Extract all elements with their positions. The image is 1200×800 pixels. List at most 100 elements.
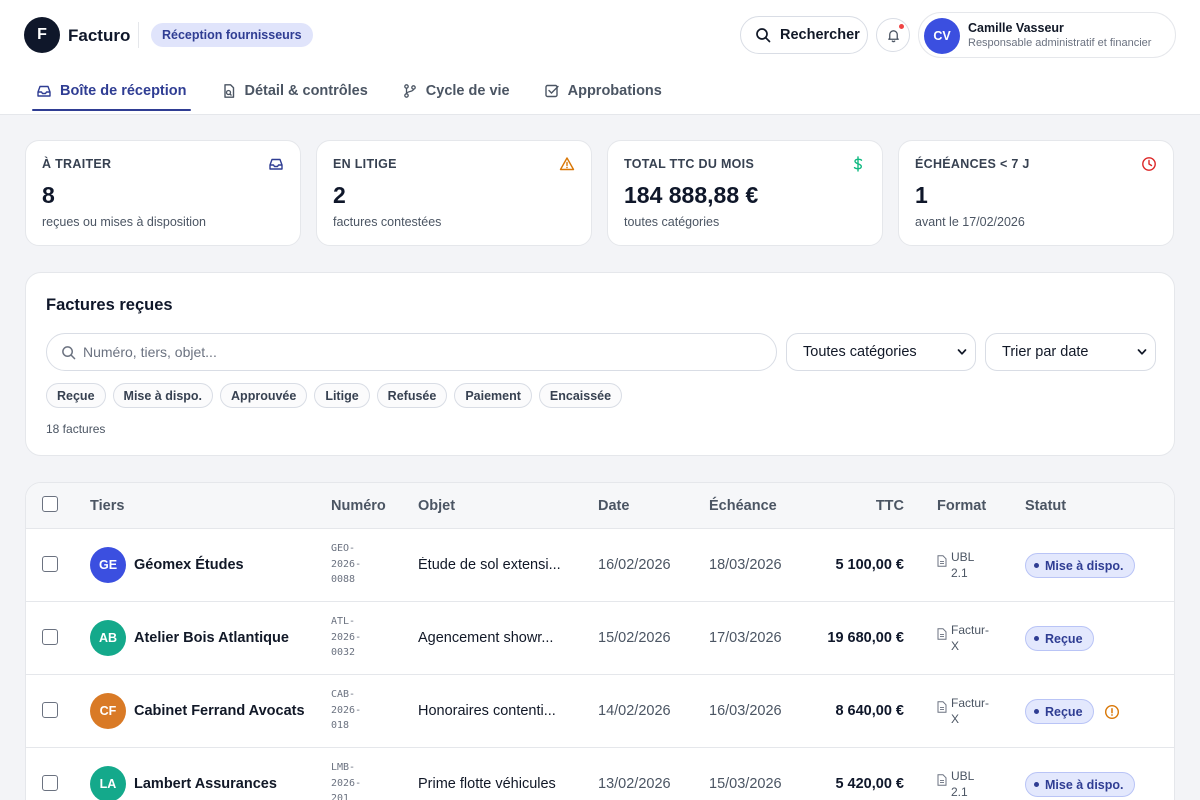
kpi-card-total-ttc[interactable]: TOTAL TTC DU MOIS 184 888,88 € toutes ca… (607, 140, 883, 246)
invoice-date: 14/02/2026 (598, 703, 671, 719)
inbox-icon (269, 158, 283, 170)
row-checkbox[interactable] (42, 629, 58, 645)
file-icon (937, 774, 947, 786)
status-badge: Mise à dispo. (1025, 772, 1135, 797)
kpi-value: 1 (915, 182, 928, 208)
warning-icon (559, 157, 575, 171)
app-logo[interactable]: F (24, 17, 60, 53)
search-field[interactable] (46, 333, 777, 371)
column-header-echeance[interactable]: Échéance (709, 498, 777, 514)
user-menu[interactable]: CV Camille Vasseur Responsable administr… (918, 12, 1176, 58)
due-date: 18/03/2026 (709, 557, 782, 573)
top-bar: F Facturo Réception fournisseurs Recherc… (0, 0, 1200, 115)
tab-label: Approbations (567, 83, 662, 99)
row-checkbox[interactable] (42, 556, 58, 572)
chip-approuvee[interactable]: Approuvée (220, 383, 308, 408)
tiers-name: Atelier Bois Atlantique (134, 630, 289, 646)
user-name: Camille Vasseur (968, 21, 1064, 35)
chip-litige[interactable]: Litige (314, 383, 370, 408)
kpi-value: 2 (333, 182, 346, 208)
chip-paiement[interactable]: Paiement (454, 383, 532, 408)
invoice-number: LMB- 2026- 201 (331, 762, 362, 800)
main-tabs: Boîte de réception Détail & contrôles Cy… (32, 72, 666, 112)
tab-approbations[interactable]: Approbations (540, 72, 666, 110)
notifications-button[interactable] (876, 18, 910, 52)
invoice-subject: Étude de sol extensi... (418, 557, 561, 573)
chevron-down-icon (1137, 349, 1147, 355)
category-select[interactable]: Toutes catégories (786, 333, 976, 371)
search-icon (62, 346, 76, 360)
tab-detail-controles[interactable]: Détail & contrôles (217, 72, 372, 110)
amount-ttc: 5 420,00 € (835, 776, 904, 792)
column-header-format[interactable]: Format (937, 498, 986, 514)
amount-ttc: 5 100,00 € (835, 557, 904, 573)
notification-dot (898, 23, 905, 30)
filters-panel: Factures reçues Toutes catégories Trier … (25, 272, 1175, 456)
result-count: 18 factures (46, 422, 106, 436)
column-header-objet[interactable]: Objet (418, 498, 455, 514)
column-header-statut[interactable]: Statut (1025, 498, 1066, 514)
due-date: 16/03/2026 (709, 703, 782, 719)
table-row[interactable]: LA Lambert Assurances LMB- 2026- 201 Prime… (26, 748, 1174, 800)
kpi-value: 8 (42, 182, 55, 208)
invoice-subject: Agencement showr... (418, 630, 554, 646)
row-checkbox[interactable] (42, 702, 58, 718)
kpi-value: 184 888,88 € (624, 182, 759, 208)
invoice-date: 15/02/2026 (598, 630, 671, 646)
clock-icon (1142, 157, 1156, 171)
avatar: LA (90, 766, 126, 800)
kpi-subtitle: avant le 17/02/2026 (915, 215, 1025, 229)
search-button[interactable]: Rechercher (740, 16, 868, 54)
tab-label: Cycle de vie (425, 83, 510, 99)
tab-label: Détail & contrôles (244, 83, 368, 99)
kpi-card-a-traiter[interactable]: À TRAITER 8 reçues ou mises à dispositio… (25, 140, 301, 246)
file-icon (937, 555, 947, 567)
select-all-checkbox[interactable] (42, 496, 58, 512)
status-filter-chips: Reçue Mise à dispo. Approuvée Litige Ref… (46, 383, 623, 408)
table-row[interactable]: AB Atelier Bois Atlantique ATL- 2026- 0032… (26, 602, 1174, 675)
invoice-subject: Honoraires contenti... (418, 703, 556, 719)
user-role: Responsable administratif et financier (968, 37, 1152, 49)
table-row[interactable]: GE Géomex Études GEO- 2026- 0088 Étude de … (26, 529, 1174, 602)
branch-icon (403, 84, 416, 98)
kpi-card-en-litige[interactable]: EN LITIGE 2 factures contestées (316, 140, 592, 246)
invoices-table: Tiers Numéro Objet Date Échéance TTC For… (25, 482, 1175, 800)
chip-refusee[interactable]: Refusée (376, 383, 448, 408)
avatar: AB (90, 620, 126, 656)
column-header-tiers[interactable]: Tiers (90, 498, 124, 514)
tab-label: Boîte de réception (60, 83, 187, 99)
due-date: 17/03/2026 (709, 630, 782, 646)
document-icon (223, 84, 234, 98)
sort-select-value: Trier par date (1002, 344, 1089, 360)
tab-boite-de-reception[interactable]: Boîte de réception (32, 72, 191, 111)
amount-ttc: 19 680,00 € (827, 630, 904, 646)
kpi-label: TOTAL TTC DU MOIS (624, 157, 755, 171)
chip-recue[interactable]: Reçue (46, 383, 106, 408)
status-badge: Reçue (1025, 699, 1094, 724)
chip-encaissee[interactable]: Encaissée (538, 383, 623, 408)
kpi-subtitle: reçues ou mises à disposition (42, 215, 206, 229)
chip-mise-a-dispo[interactable]: Mise à dispo. (112, 383, 214, 408)
sort-select[interactable]: Trier par date (985, 333, 1156, 371)
table-header: Tiers Numéro Objet Date Échéance TTC For… (26, 483, 1174, 529)
dollar-icon (853, 156, 863, 172)
invoice-number: CAB- 2026- 018 (331, 689, 362, 731)
column-header-date[interactable]: Date (598, 498, 629, 514)
kpi-subtitle: factures contestées (333, 215, 442, 229)
invoice-number: ATL- 2026- 0032 (331, 616, 362, 658)
table-row[interactable]: CF Cabinet Ferrand Avocats CAB- 2026- 018 … (26, 675, 1174, 748)
search-input[interactable] (83, 334, 763, 370)
column-header-ttc[interactable]: TTC (876, 498, 904, 514)
due-date: 15/03/2026 (709, 776, 782, 792)
file-icon (937, 628, 947, 640)
warning-icon[interactable] (1104, 704, 1120, 720)
tiers-name: Cabinet Ferrand Avocats (134, 703, 305, 719)
search-button-label: Rechercher (780, 27, 860, 43)
kpi-card-echeances[interactable]: ÉCHÉANCES < 7 J 1 avant le 17/02/2026 (898, 140, 1174, 246)
kpi-label: À TRAITER (42, 157, 112, 171)
tab-cycle-de-vie[interactable]: Cycle de vie (398, 72, 514, 110)
brand-name: Facturo (68, 26, 131, 45)
column-header-numero[interactable]: Numéro (331, 498, 386, 514)
row-checkbox[interactable] (42, 775, 58, 791)
amount-ttc: 8 640,00 € (835, 703, 904, 719)
